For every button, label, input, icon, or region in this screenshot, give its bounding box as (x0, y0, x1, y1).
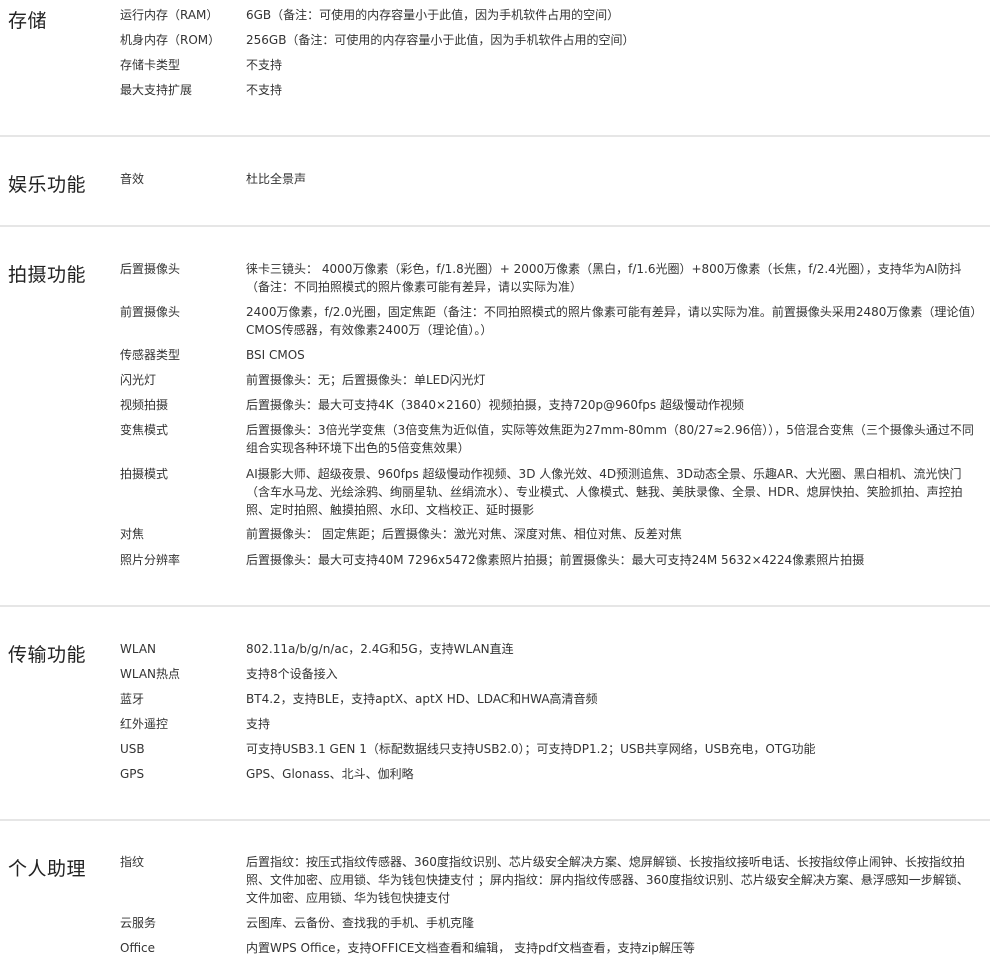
spec-section-transfer: 传输功能 WLAN 802.11a/b/g/n/ac，2.4G和5G，支持WLAN直… (0, 607, 990, 821)
spec-value: AI摄影大师、超级夜景、960fps 超级慢动作视频、3D 人像光效、4D预测追… (246, 467, 963, 517)
spec-section-camera: 拍摄功能 后置摄像头 徕卡三镜头： 4000万像素（彩色，f/1.8光圈）+ 200… (0, 227, 990, 607)
spec-label: WLAN (120, 642, 157, 656)
spec-value: 前置摄像头： 固定焦距；后置摄像头：激光对焦、深度对焦、相位对焦、反差对焦 (246, 527, 682, 541)
spec-value: 杜比全景声 (246, 172, 307, 186)
spec-value: 2400万像素，f/2.0光圈，固定焦距（备注：不同拍照模式的照片像素可能有差异… (246, 305, 977, 337)
spec-value: 后置摄像头：3倍光学变焦（3倍变焦为近似值，实际等效焦距为27mm-80mm（8… (246, 423, 974, 455)
spec-value: GPS、Glonass、北斗、伽利略 (246, 767, 414, 781)
spec-label: 机身内存（ROM） (120, 33, 221, 47)
spec-label: 前置摄像头 (120, 305, 181, 319)
spec-label: 云服务 (120, 916, 157, 930)
spec-label: 照片分辨率 (120, 553, 181, 567)
spec-label: 红外遥控 (120, 717, 169, 731)
spec-value: 后置摄像头：最大可支持40M 7296x5472像素照片拍摄；前置摄像头：最大可… (246, 553, 865, 567)
spec-value: 支持8个设备接入 (246, 667, 338, 681)
section-title: 娱乐功能 (8, 174, 87, 196)
spec-label: 拍摄模式 (120, 467, 169, 481)
spec-value: 256GB（备注：可使用的内存容量小于此值，因为手机软件占用的空间） (246, 33, 635, 47)
spec-label: 视频拍摄 (120, 398, 169, 412)
spec-value: 后置指纹：按压式指纹传感器、360度指纹识别、芯片级安全解决方案、熄屏解锁、长按… (246, 855, 969, 905)
spec-value: 内置WPS Office，支持OFFICE文档查看和编辑， 支持pdf文档查看，… (246, 941, 695, 955)
spec-label: 指纹 (120, 855, 145, 869)
spec-value: BSI CMOS (246, 348, 305, 362)
spec-label: 存储卡类型 (120, 58, 181, 72)
spec-value: 前置摄像头：无；后置摄像头：单LED闪光灯 (246, 373, 486, 387)
spec-section-storage: 存储 运行内存（RAM） 6GB（备注：可使用的内存容量小于此值，因为手机软件占用的… (0, 0, 990, 137)
spec-value: 802.11a/b/g/n/ac，2.4G和5G，支持WLAN直连 (246, 642, 514, 656)
spec-section-assistant: 个人助理 指纹 后置指纹：按压式指纹传感器、360度指纹识别、芯片级安全解决方案、熄… (0, 821, 990, 956)
spec-value: 云图库、云备份、查找我的手机、手机克隆 (246, 916, 475, 930)
spec-label: 音效 (120, 172, 145, 186)
spec-value: 徕卡三镜头： 4000万像素（彩色，f/1.8光圈）+ 2000万像素（黑白，f… (246, 262, 962, 294)
spec-label: USB (120, 742, 145, 756)
section-title: 存储 (8, 10, 48, 32)
spec-label: 最大支持扩展 (120, 83, 193, 97)
spec-section-entertainment: 娱乐功能 音效 杜比全景声 (0, 137, 990, 227)
spec-label: Office (120, 941, 156, 955)
spec-label: 传感器类型 (120, 348, 181, 362)
spec-value: BT4.2，支持BLE，支持aptX、aptX HD、LDAC和HWA高清音频 (246, 692, 598, 706)
section-title: 个人助理 (8, 858, 87, 880)
spec-value: 不支持 (246, 58, 283, 72)
spec-value: 6GB（备注：可使用的内存容量小于此值，因为手机软件占用的空间） (246, 8, 620, 22)
spec-label: 运行内存（RAM） (120, 8, 219, 22)
spec-label: WLAN热点 (120, 667, 181, 681)
spec-value: 不支持 (246, 83, 283, 97)
spec-label: 变焦模式 (120, 423, 169, 437)
spec-label: GPS (120, 767, 145, 781)
spec-value: 后置摄像头：最大可支持4K（3840×2160）视频拍摄，支持720p@960f… (246, 398, 744, 412)
spec-value: 支持 (246, 717, 271, 731)
section-title: 拍摄功能 (8, 264, 87, 286)
spec-value: 可支持USB3.1 GEN 1（标配数据线只支持USB2.0）；可支持DP1.2… (246, 742, 816, 756)
spec-label: 闪光灯 (120, 373, 157, 387)
section-title: 传输功能 (8, 644, 87, 666)
spec-label: 蓝牙 (120, 692, 145, 706)
spec-label: 对焦 (120, 527, 145, 541)
spec-label: 后置摄像头 (120, 262, 181, 276)
